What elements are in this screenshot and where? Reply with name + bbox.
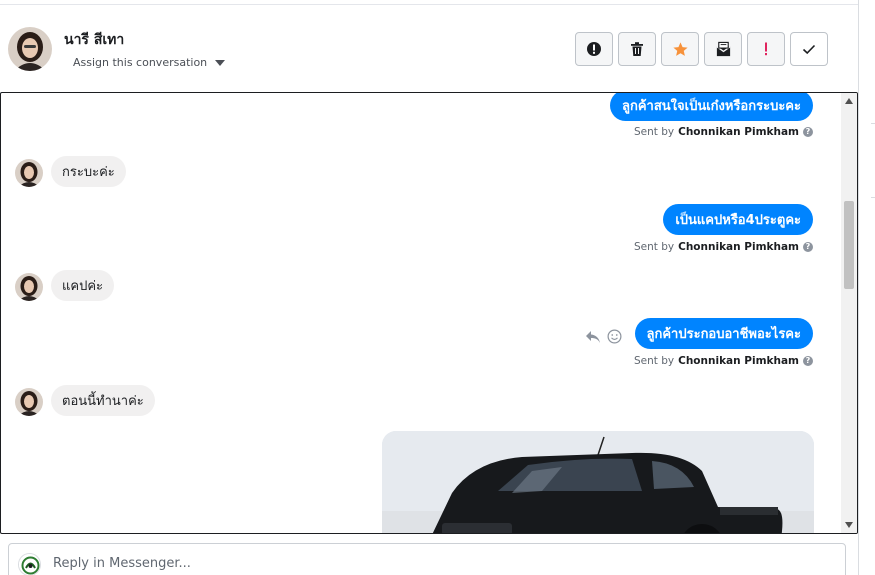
scroll-down-arrow-icon[interactable] xyxy=(845,522,853,528)
done-button[interactable] xyxy=(790,32,828,66)
incoming-message[interactable]: ตอนนี้ทำนาค่ะ xyxy=(51,385,155,416)
mark-unread-button[interactable] xyxy=(704,32,742,66)
sender-name: Chonnikan Pimkham xyxy=(678,355,799,367)
assign-label: Assign this conversation xyxy=(73,56,208,69)
contact-avatar-small[interactable] xyxy=(15,388,43,416)
emoji-reaction-icon[interactable] xyxy=(607,329,622,344)
check-icon xyxy=(802,44,816,55)
messenger-conversation-view: นารี สีเทา Assign this conversation ลูกค… xyxy=(0,0,875,575)
incoming-message[interactable]: แคปค่ะ xyxy=(51,270,115,301)
contact-avatar-small[interactable] xyxy=(15,159,43,187)
conversation-header: นารี สีเทา Assign this conversation xyxy=(0,5,858,92)
help-icon[interactable]: ? xyxy=(803,242,813,252)
alert-circle-icon xyxy=(587,42,601,56)
delete-button[interactable] xyxy=(618,32,656,66)
incoming-message[interactable]: กระบะค่ะ xyxy=(51,156,126,187)
caret-down-icon xyxy=(215,59,226,66)
exclamation-icon xyxy=(765,42,767,56)
sent-by-prefix: Sent by xyxy=(634,126,675,138)
envelope-icon xyxy=(716,41,730,56)
pickup-truck-photo[interactable] xyxy=(382,431,814,533)
right-panel-edge xyxy=(858,0,875,575)
assign-conversation-dropdown[interactable]: Assign this conversation xyxy=(73,56,226,69)
conversation-actions xyxy=(575,32,828,66)
reply-box xyxy=(8,543,846,575)
sent-by-prefix: Sent by xyxy=(634,241,675,253)
contact-name: นารี สีเทา xyxy=(64,32,125,48)
message-tools xyxy=(585,329,622,344)
panel-divider xyxy=(871,123,875,124)
scroll-thumb[interactable] xyxy=(844,201,854,289)
help-icon[interactable]: ? xyxy=(803,356,813,366)
sender-name: Chonnikan Pimkham xyxy=(678,241,799,253)
outgoing-message[interactable]: ลูกค้าประกอบอาชีพอะไรคะ xyxy=(634,318,813,349)
scroll-up-arrow-icon[interactable] xyxy=(845,98,853,104)
star-icon xyxy=(672,41,688,56)
contact-avatar[interactable] xyxy=(8,27,52,71)
important-button[interactable] xyxy=(747,32,785,66)
contact-avatar-small[interactable] xyxy=(15,273,43,301)
trash-icon xyxy=(631,42,643,56)
star-button[interactable] xyxy=(661,32,699,66)
sent-by-info: Sent by Chonnikan Pimkham ? xyxy=(634,241,813,253)
outgoing-message[interactable]: ลูกค้าสนใจเป็นเก๋งหรือกระบะคะ xyxy=(610,93,813,121)
thread-scrollbar[interactable] xyxy=(841,93,857,533)
page-avatar xyxy=(18,553,41,575)
sent-by-info: Sent by Chonnikan Pimkham ? xyxy=(634,355,813,367)
outgoing-message[interactable]: เป็นแคปหรือ4ประตูคะ xyxy=(663,204,813,235)
sender-name: Chonnikan Pimkham xyxy=(678,126,799,138)
sent-by-prefix: Sent by xyxy=(634,355,675,367)
report-spam-button[interactable] xyxy=(575,32,613,66)
reply-input[interactable] xyxy=(53,556,813,571)
help-icon[interactable]: ? xyxy=(803,127,813,137)
panel-divider xyxy=(871,197,875,198)
reply-icon[interactable] xyxy=(585,330,601,344)
sent-by-info: Sent by Chonnikan Pimkham ? xyxy=(634,126,813,138)
message-thread[interactable]: ลูกค้าสนใจเป็นเก๋งหรือกระบะคะ Sent by Ch… xyxy=(0,92,858,534)
